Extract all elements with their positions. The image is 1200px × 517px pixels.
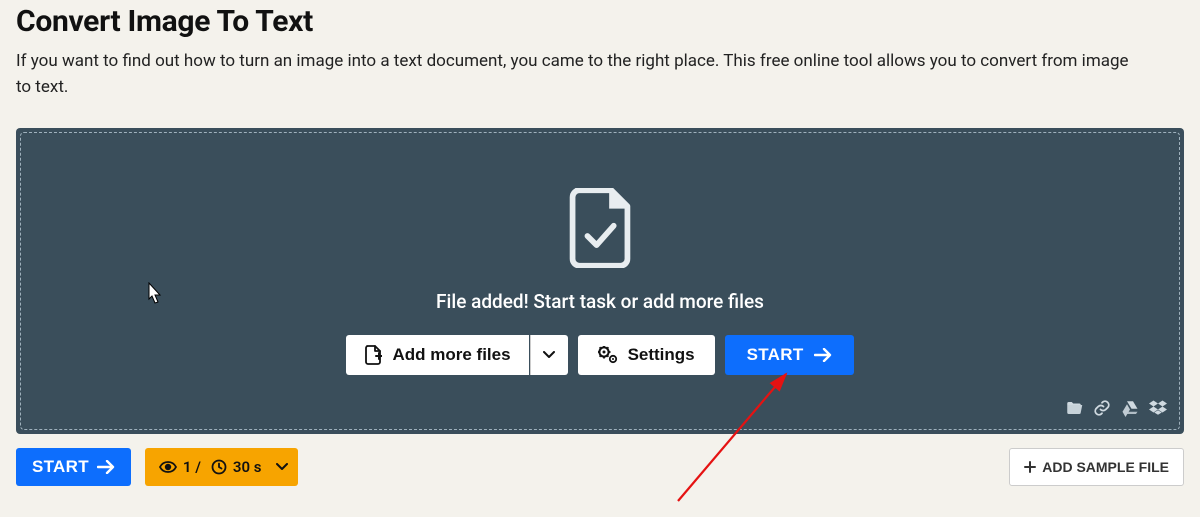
arrow-right-icon	[97, 460, 115, 474]
clock-icon	[211, 459, 227, 475]
source-icons	[1065, 399, 1167, 421]
document-check-icon	[566, 188, 634, 290]
link-icon[interactable]	[1093, 399, 1111, 421]
add-sample-file-label: ADD SAMPLE FILE	[1042, 459, 1169, 475]
page-intro: If you want to find out how to turn an i…	[16, 49, 1136, 100]
folder-icon[interactable]	[1065, 399, 1083, 421]
bottom-start-label: START	[32, 457, 89, 477]
page-title: Convert Image To Text	[16, 4, 1184, 39]
dropzone-status: File added! Start task or add more files	[436, 290, 764, 313]
gears-icon	[598, 346, 618, 364]
bottom-start-button[interactable]: START	[16, 448, 131, 486]
plus-icon	[1024, 461, 1036, 473]
queue-timer: 30 s	[233, 458, 262, 476]
start-label: START	[747, 345, 804, 365]
queue-status[interactable]: 1 / 30 s	[145, 448, 298, 486]
start-button[interactable]: START	[725, 335, 854, 375]
settings-label: Settings	[628, 345, 695, 365]
add-more-files-label: Add more files	[392, 345, 510, 365]
dropbox-icon[interactable]	[1149, 399, 1167, 421]
add-more-files-button[interactable]: Add more files	[346, 335, 528, 375]
eye-icon	[159, 461, 177, 473]
add-more-files-dropdown[interactable]	[530, 335, 568, 375]
chevron-down-icon	[276, 463, 288, 471]
chevron-down-icon	[543, 351, 555, 359]
dropzone-button-row: Add more files	[346, 335, 853, 375]
add-sample-file-button[interactable]: ADD SAMPLE FILE	[1009, 448, 1184, 486]
dropzone-container: File added! Start task or add more files…	[16, 128, 1184, 434]
arrow-right-icon	[814, 348, 832, 362]
file-plus-icon	[364, 345, 382, 365]
bottom-bar: START 1 / 30 s ADD SAMPLE FILE	[16, 448, 1184, 486]
dropzone[interactable]: File added! Start task or add more files…	[20, 132, 1180, 430]
google-drive-icon[interactable]	[1121, 399, 1139, 421]
settings-button[interactable]: Settings	[578, 335, 715, 375]
queue-count: 1 /	[183, 458, 201, 476]
